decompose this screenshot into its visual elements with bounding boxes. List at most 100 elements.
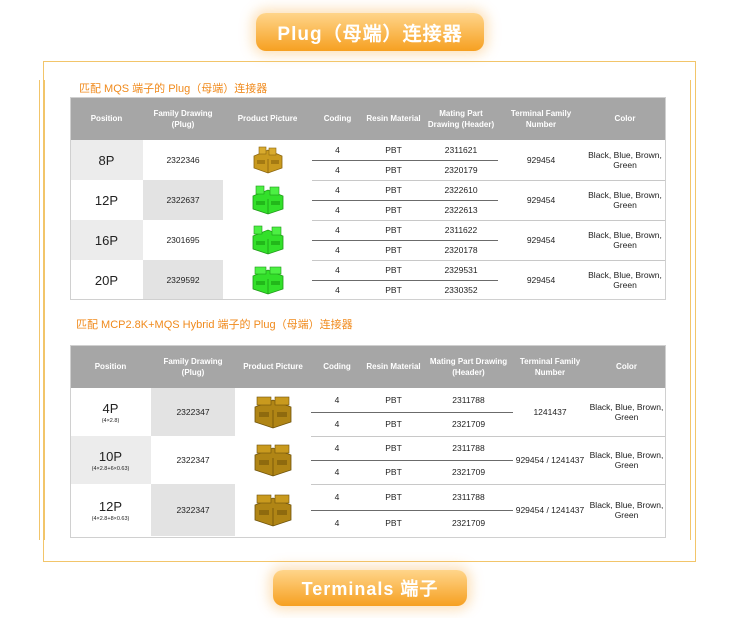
header-family-drawing: Family Drawing (Plug) xyxy=(151,345,235,388)
product-picture-cell xyxy=(223,260,312,300)
coding-cell: 4 xyxy=(311,412,363,437)
frame-left-ornament xyxy=(39,80,45,540)
frame-right-ornament xyxy=(690,80,696,540)
position-cell: 16P xyxy=(70,220,143,260)
mating-part-cell: 2311788 xyxy=(424,484,513,511)
mating-part-cell: 2321709 xyxy=(451,518,486,529)
terminal-family-cell: 929454 / 1241437 xyxy=(513,436,587,485)
position-cell: 10P (4×2.8+6×0.63) xyxy=(70,436,151,484)
product-picture-cell xyxy=(223,220,312,260)
header-color: Color xyxy=(584,97,666,140)
mating-part-cell: 2330352 xyxy=(444,285,478,296)
mating-part-cell: 2311788 xyxy=(424,388,513,413)
terminal-family-cell: 929454 xyxy=(498,220,584,261)
table-row: 16P 2301695 4 PBT 2311622 929454 Black, … xyxy=(70,220,666,261)
mating-part-cell: 2320179 xyxy=(424,160,498,181)
header-terminal-family: Terminal Family Number xyxy=(498,97,584,140)
header-resin-material: Resin Material xyxy=(363,345,424,388)
resin-cell: PBT xyxy=(385,518,402,529)
position-sub-label: (4×2.8) xyxy=(101,417,120,424)
coding-cell: 4 xyxy=(312,240,363,261)
color-cell: Black, Blue, Brown, Green xyxy=(587,436,666,485)
coding-cell: 4 xyxy=(311,460,363,485)
mating-part-cell: 2329531 xyxy=(424,260,498,281)
resin-cell: PBT xyxy=(363,240,424,261)
terminal-family-cell: 929454 xyxy=(526,275,556,286)
product-picture-cell xyxy=(223,180,312,220)
mqs-plug-table: Position Family Drawing (Plug) Product P… xyxy=(70,97,666,300)
terminal-family-cell: 929454 xyxy=(498,180,584,221)
resin-cell: PBT xyxy=(363,460,424,485)
table-row: 12P 2322637 4 PBT 2322610 929454 Black, … xyxy=(70,180,666,221)
resin-cell: PBT xyxy=(363,412,424,437)
color-cell: Black, Blue, Brown, Green xyxy=(589,500,664,521)
position-cell: 12P xyxy=(70,180,143,220)
hybrid-plug-connector-icon xyxy=(254,396,292,429)
family-drawing-cell: 2322637 xyxy=(143,180,223,220)
table2-section-title: 匹配 MCP2.8K+MQS Hybrid 端子的 Plug（母端）连接器 xyxy=(76,319,353,331)
header-coding: Coding xyxy=(311,345,363,388)
coding-cell: 4 xyxy=(312,180,363,201)
coding-cell: 4 xyxy=(312,140,363,161)
color-cell: Black, Blue, Brown, Green xyxy=(588,270,662,291)
position-cell: 8P xyxy=(70,140,143,180)
hybrid-plug-connector-icon xyxy=(254,444,292,477)
position-sub-label: (4×2.8+6×0.63) xyxy=(91,465,130,472)
position-cell: 12P (4×2.8+8×0.63) xyxy=(70,484,151,536)
mating-part-cell: 2311621 xyxy=(424,140,498,161)
product-picture-cell xyxy=(235,388,311,436)
coding-cell: 4 xyxy=(312,160,363,181)
terminal-family-cell: 929454 xyxy=(498,140,584,181)
header-terminal-family: Terminal Family Number xyxy=(513,345,587,388)
header-color: Color xyxy=(587,345,666,388)
mating-part-cell: 2321709 xyxy=(424,412,513,437)
resin-cell: PBT xyxy=(363,260,424,281)
mating-part-cell: 2321709 xyxy=(424,460,513,485)
terminal-family-cell: 1241437 xyxy=(513,388,587,437)
position-sub-label: (4×2.8+8×0.63) xyxy=(91,515,130,522)
mating-part-cell: 2311622 xyxy=(424,220,498,241)
position-cell: 20P xyxy=(70,260,143,300)
header-position: Position xyxy=(70,345,151,388)
position-label: 10P xyxy=(98,448,123,464)
color-cell: Black, Blue, Brown, Green xyxy=(587,388,666,437)
header-family-drawing: Family Drawing (Plug) xyxy=(143,97,223,140)
table-row: 8P 2322346 4 PBT 2311621 929454 Black, B… xyxy=(70,140,666,181)
color-cell: Black, Blue, Brown, Green xyxy=(584,180,666,221)
product-picture-cell xyxy=(223,140,312,180)
table-row: 12P (4×2.8+8×0.63) 2322347 4 PBT 2311788… xyxy=(70,484,666,536)
resin-cell: PBT xyxy=(363,140,424,161)
resin-cell: PBT xyxy=(363,436,424,461)
resin-cell: PBT xyxy=(363,180,424,201)
terminals-section-title: Terminals 端子 xyxy=(273,570,467,606)
position-cell: 4P (4×2.8) xyxy=(70,388,151,436)
page-title: Plug（母端）连接器 xyxy=(256,13,484,51)
family-drawing-cell: 2322347 xyxy=(151,388,235,436)
header-product-picture: Product Picture xyxy=(223,97,312,140)
family-drawing-cell: 2322346 xyxy=(166,155,200,165)
header-coding: Coding xyxy=(312,97,363,140)
resin-cell: PBT xyxy=(363,220,424,241)
table-row: 10P (4×2.8+6×0.63) 2322347 4 PBT 2311788… xyxy=(70,436,666,485)
coding-cell: 4 xyxy=(312,220,363,241)
resin-cell: PBT xyxy=(363,484,424,511)
green-plug-connector-icon xyxy=(252,185,283,215)
resin-cell: PBT xyxy=(363,160,424,181)
coding-cell: 4 xyxy=(311,436,363,461)
mating-part-cell: 2311788 xyxy=(424,436,513,461)
product-picture-cell xyxy=(235,484,311,536)
coding-cell: 4 xyxy=(311,484,363,511)
mating-part-cell: 2322610 xyxy=(424,180,498,201)
coding-cell: 4 xyxy=(312,200,363,221)
position-label: 12P xyxy=(98,498,123,514)
table-row: 4P (4×2.8) 2322347 4 PBT 2311788 1241437… xyxy=(70,388,666,437)
coding-cell: 4 xyxy=(311,388,363,413)
header-mating-part: Mating Part Drawing (Header) xyxy=(424,97,498,140)
product-picture-cell xyxy=(235,436,311,484)
yellow-plug-connector-icon xyxy=(253,146,282,174)
mating-part-cell: 2322613 xyxy=(424,200,498,221)
hybrid-plug-table: Position Family Drawing (Plug) Product P… xyxy=(70,345,666,536)
header-resin-material: Resin Material xyxy=(363,97,424,140)
header-position: Position xyxy=(70,97,143,140)
table1-section-title: 匹配 MQS 端子的 Plug（母端）连接器 xyxy=(79,83,268,95)
